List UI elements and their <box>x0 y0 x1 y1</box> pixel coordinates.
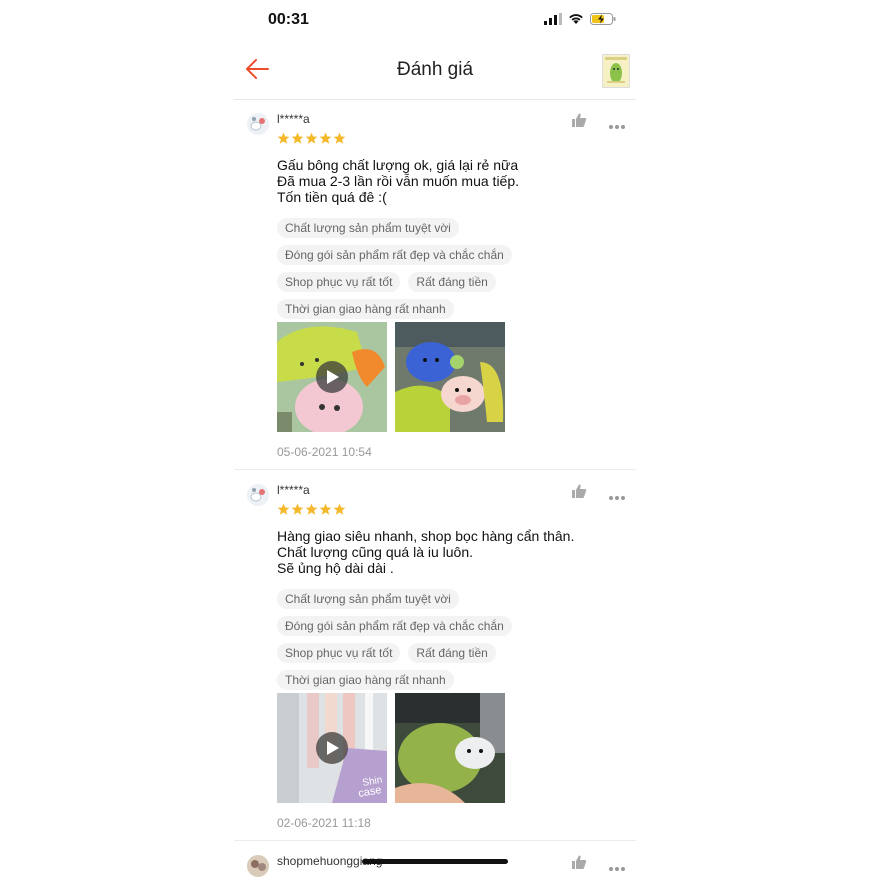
like-icon[interactable] <box>571 112 587 128</box>
photo-image <box>395 322 505 432</box>
star-icon <box>305 132 318 144</box>
avatar-image <box>247 484 269 506</box>
more-options-icon[interactable] <box>608 117 626 129</box>
review-tag: Chất lượng sản phẩm tuyệt vời <box>277 589 459 609</box>
review-divider <box>234 469 636 470</box>
review-divider <box>234 840 636 841</box>
product-image <box>603 55 629 87</box>
photo-image <box>395 693 505 803</box>
review-tag: Thời gian giao hàng rất nhanh <box>277 299 454 319</box>
review-tag: Rất đáng tiền <box>408 272 496 292</box>
review-tag: Đóng gói sản phẩm rất đẹp và chắc chắn <box>277 616 512 636</box>
review-media: Shin case <box>277 693 505 803</box>
review-text-line: Tốn tiền quá đê :( <box>277 189 387 205</box>
reviewer-username: l*****a <box>277 112 310 126</box>
avatar-image <box>247 855 269 877</box>
review-photo[interactable] <box>395 322 505 432</box>
review-tag: Shop phục vụ rất tốt <box>277 643 401 663</box>
star-icon <box>291 132 304 144</box>
avatar-image <box>247 113 269 135</box>
review-text-line: Đã mua 2-3 lần rồi vẫn muốn mua tiếp. <box>277 173 520 189</box>
review-text-line: Chất lượng cũng quá là iu luôn. <box>277 544 474 560</box>
star-icon <box>305 503 318 515</box>
phone-screen: 00:31 Đánh giá l*****a Gấu bông chất lượ… <box>234 0 636 877</box>
status-bar: 00:31 <box>234 0 636 44</box>
star-icon <box>319 132 332 144</box>
review-text: Hàng giao siêu nhanh, shop bọc hàng cẩn … <box>277 528 574 576</box>
product-thumbnail[interactable] <box>602 54 630 88</box>
reviewer-username: l*****a <box>277 483 310 497</box>
review-tag: Rất đáng tiền <box>408 643 496 663</box>
review-text: Gấu bông chất lượng ok, giá lại rẻ nữa Đ… <box>277 157 519 205</box>
signal-icon <box>544 13 562 25</box>
star-icon <box>291 503 304 515</box>
review-tag: Chất lượng sản phẩm tuyệt vời <box>277 218 459 238</box>
battery-charging-icon <box>590 13 616 25</box>
review-media <box>277 322 505 432</box>
star-icon <box>333 132 346 144</box>
rating-stars <box>277 503 346 516</box>
header-bar: Đánh giá <box>234 44 636 100</box>
more-options-icon[interactable] <box>608 859 626 871</box>
review-video-thumbnail[interactable] <box>277 322 387 432</box>
like-icon[interactable] <box>571 483 587 499</box>
review-tag: Đóng gói sản phẩm rất đẹp và chắc chắn <box>277 245 512 265</box>
page-title: Đánh giá <box>396 59 474 80</box>
reviewer-avatar[interactable] <box>247 484 269 506</box>
review-tags: Chất lượng sản phẩm tuyệt vời Đóng gói s… <box>277 218 577 326</box>
rating-stars <box>277 132 346 145</box>
play-icon[interactable] <box>316 361 348 393</box>
review-date: 02-06-2021 11:18 <box>277 816 371 830</box>
review-tag: Shop phục vụ rất tốt <box>277 272 401 292</box>
review-tag: Thời gian giao hàng rất nhanh <box>277 670 454 690</box>
review-text-line: Sẽ ủng hộ dài dài . <box>277 560 394 576</box>
status-time: 00:31 <box>268 11 309 28</box>
home-indicator[interactable] <box>362 859 508 864</box>
reviewer-avatar[interactable] <box>247 855 269 877</box>
review-tags: Chất lượng sản phẩm tuyệt vời Đóng gói s… <box>277 589 577 697</box>
reviewer-avatar[interactable] <box>247 113 269 135</box>
review-video-thumbnail[interactable]: Shin case <box>277 693 387 803</box>
wifi-icon <box>569 14 583 24</box>
play-icon[interactable] <box>316 732 348 764</box>
review-text-line: Gấu bông chất lượng ok, giá lại rẻ nữa <box>277 157 519 173</box>
star-icon <box>333 503 346 515</box>
more-options-icon[interactable] <box>608 488 626 500</box>
review-date: 05-06-2021 10:54 <box>277 445 372 459</box>
review-photo[interactable] <box>395 693 505 803</box>
review-text-line: Hàng giao siêu nhanh, shop bọc hàng cẩn … <box>277 528 575 544</box>
star-icon <box>319 503 332 515</box>
star-icon <box>277 503 290 515</box>
status-icons <box>544 13 616 25</box>
like-icon[interactable] <box>571 854 587 870</box>
star-icon <box>277 132 290 144</box>
